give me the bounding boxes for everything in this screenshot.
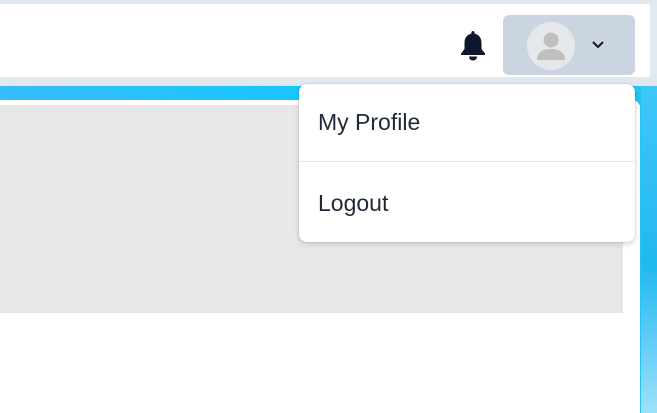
user-dropdown-menu: My Profile Logout xyxy=(299,84,635,242)
user-avatar-icon xyxy=(527,22,575,70)
menu-item-label: My Profile xyxy=(318,109,421,135)
user-menu-button[interactable] xyxy=(503,15,635,75)
top-navigation-bar xyxy=(0,4,650,77)
menu-item-label: Logout xyxy=(318,189,389,216)
bell-icon[interactable] xyxy=(458,28,488,62)
menu-item-my-profile[interactable]: My Profile xyxy=(299,84,635,162)
right-accent-strip xyxy=(641,86,657,413)
chevron-down-icon xyxy=(591,38,605,52)
menu-item-logout[interactable]: Logout xyxy=(299,164,635,242)
